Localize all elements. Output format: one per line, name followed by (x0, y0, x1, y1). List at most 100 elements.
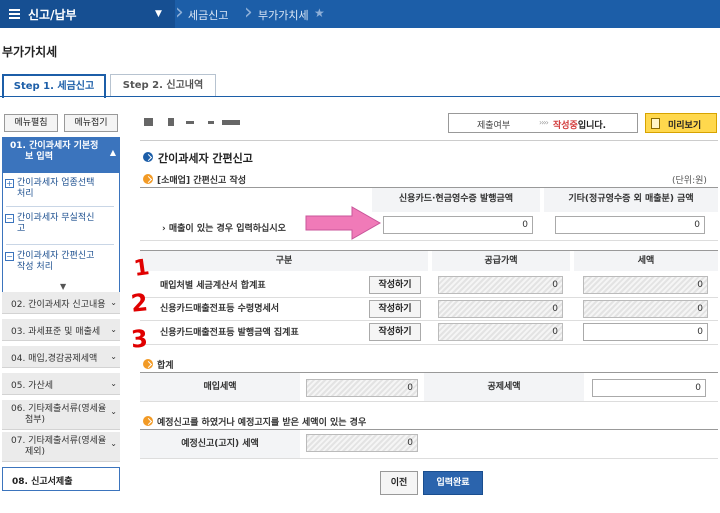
divider (140, 140, 718, 141)
purchase-tax-label: 매입세액 (140, 373, 300, 401)
sidebar-item-submit[interactable]: 08. 신고서제출 (2, 467, 120, 491)
divider (140, 320, 718, 321)
page-title: 부가가치세 (2, 45, 58, 59)
sidebar-item-label: 07. 기타제출서류(영세율 (11, 436, 107, 446)
submenu-item-simple-filing[interactable]: − 간이과세자 간편신고 작성 처리 (4, 251, 114, 273)
divider (140, 401, 718, 402)
write-button[interactable]: 작성하기 (369, 300, 421, 318)
previous-button[interactable]: 이전 (380, 471, 418, 495)
annotation-number-1: 1 (132, 255, 151, 282)
hamburger-icon (9, 9, 20, 19)
redacted-info (168, 118, 174, 126)
menu-collapse-button[interactable]: 메뉴접기 (64, 114, 118, 132)
divider (6, 244, 114, 245)
purchase-row-label: 신용카드매출전표등 발행금액 집계표 (160, 328, 299, 338)
breadcrumb-vat[interactable]: 부가가치세 (258, 7, 309, 23)
annotation-number-2: 2 (129, 288, 150, 318)
purchase-row-label: 신용카드매출전표등 수령명세서 (160, 304, 280, 314)
unit-label: (단위:원) (672, 176, 707, 186)
document-icon (651, 118, 660, 129)
write-button[interactable]: 작성하기 (369, 323, 421, 341)
deduction-tax-label: 공제세액 (424, 373, 584, 401)
tax-amount-field: 0 (583, 276, 708, 294)
breadcrumb-separator-icon: › (244, 0, 253, 25)
submenu-label: 고 (17, 224, 26, 234)
redacted-info (222, 120, 240, 125)
sidebar-item-label: 첨부) (25, 415, 46, 425)
divider (140, 240, 718, 241)
purchase-tax-field: 0 (306, 379, 418, 397)
supply-value-field: 0 (438, 323, 563, 341)
prelim-tax-field: 0 (306, 434, 418, 452)
redacted-info (208, 121, 214, 124)
tab-divider (0, 96, 720, 97)
section-title: 간이과세자 간편신고 (158, 152, 253, 165)
submenu-item-no-activity[interactable]: − 간이과세자 무실적신 고 (4, 213, 114, 235)
plus-icon: + (5, 179, 14, 188)
subsection-bullet-icon (143, 359, 153, 369)
chevron-down-icon: ⌄ (110, 298, 117, 307)
purchase-row-label: 매입처별 세금계산서 합계표 (160, 281, 266, 291)
submenu-label: 처리 (17, 189, 34, 199)
chevron-down-icon: ⌄ (110, 439, 117, 448)
caret-down-icon: ▼ (155, 9, 162, 19)
card-receipt-amount-input[interactable]: 0 (383, 216, 533, 234)
chevron-down-icon: ⌄ (110, 325, 117, 334)
sidebar-item-basic-info[interactable]: 01. 간이과세자 기본정 보 입력 ▲ (2, 137, 120, 172)
sidebar-item-02[interactable]: 02. 간이과세자 신고내용 ⌄ (2, 292, 120, 314)
sidebar-item-07[interactable]: 07. 기타제출서류(영세율 제외) ⌄ (2, 432, 120, 462)
divider (6, 206, 114, 207)
status-value-suffix: 입니다. (577, 121, 607, 131)
redacted-info (144, 118, 153, 126)
status-value-highlight: 작성중 (553, 121, 578, 131)
submission-status-box: 제출여부 ›››› 작성중입니다. (448, 113, 638, 133)
main-menu-dropdown[interactable]: 신고/납부 ▼ (0, 0, 175, 28)
submit-input-button[interactable]: 입력완료 (423, 471, 483, 495)
submenu-label: 간이과세자 간편신고 (17, 251, 95, 261)
favorite-star-icon[interactable]: ★ (314, 6, 325, 20)
submenu-label: 간이과세자 무실적신 (17, 213, 95, 223)
breadcrumb-tax-filing[interactable]: 세금신고 (188, 7, 228, 23)
sidebar-item-label: 03. 과세표준 및 매출세 (11, 327, 101, 337)
submenu-label: 작성 처리 (17, 262, 53, 272)
section-bullet-icon (143, 152, 153, 162)
sidebar-item-06[interactable]: 06. 기타제출서류(영세율 첨부) ⌄ (2, 400, 120, 430)
col-other-sales: 기타(정규영수증 외 매출분) 금액 (544, 188, 718, 212)
sidebar-item-05[interactable]: 05. 가산세 ⌄ (2, 373, 120, 395)
top-nav-bar: 신고/납부 ▼ › 세금신고 › 부가가치세 ★ (0, 0, 720, 28)
sidebar-item-label: 02. 간이과세자 신고내용 (11, 300, 106, 310)
other-sales-amount-input[interactable]: 0 (555, 216, 705, 234)
prelim-tax-label: 예정신고(고지) 세액 (140, 430, 300, 458)
menu-expand-button[interactable]: 메뉴펼침 (4, 114, 58, 132)
tab-step1-tax-filing[interactable]: Step 1. 세금신고 (2, 74, 106, 98)
tab-step2-filing-history[interactable]: Step 2. 신고내역 (110, 74, 216, 97)
deduction-tax-input[interactable]: 0 (592, 379, 706, 397)
write-button[interactable]: 작성하기 (369, 276, 421, 294)
col-card-receipt: 신용카드·현금영수증 발행금액 (372, 188, 540, 212)
tax-amount-input[interactable]: 0 (583, 323, 708, 341)
divider (140, 458, 718, 459)
sidebar-item-label: 06. 기타제출서류(영세율 (11, 404, 107, 414)
col-category: 구분 (140, 251, 428, 271)
chevron-down-icon: ⌄ (110, 352, 117, 361)
supply-value-field: 0 (438, 276, 563, 294)
breadcrumb-separator-icon: › (175, 0, 184, 25)
preview-button[interactable]: 미리보기 (645, 113, 717, 133)
chevron-down-icon: ⌄ (110, 407, 117, 416)
sales-subsection-title: [소매업] 간편신고 작성 (157, 176, 247, 186)
col-supply-value: 공급가액 (432, 251, 570, 271)
sidebar-item-04[interactable]: 04. 매입,경감공제세액 ⌄ (2, 346, 120, 368)
submenu-label: 간이과세자 업종선택 (17, 178, 95, 188)
status-value: 작성중입니다. (553, 118, 606, 131)
divider (140, 344, 718, 345)
subsection-bullet-icon (143, 416, 153, 426)
annotation-number-3: 3 (130, 324, 149, 354)
status-label: 제출여부 (477, 121, 511, 131)
redacted-info (186, 121, 194, 124)
sidebar-item-03[interactable]: 03. 과세표준 및 매출세 ⌄ (2, 319, 120, 341)
submenu-item-business-type[interactable]: + 간이과세자 업종선택 처리 (4, 178, 114, 200)
scroll-down-icon: ▼ (60, 282, 67, 291)
totals-title: 합계 (157, 361, 174, 371)
minus-icon: − (5, 214, 14, 223)
prelim-title: 예정신고를 하였거나 예정고지를 받은 세액이 있는 경우 (157, 418, 367, 428)
